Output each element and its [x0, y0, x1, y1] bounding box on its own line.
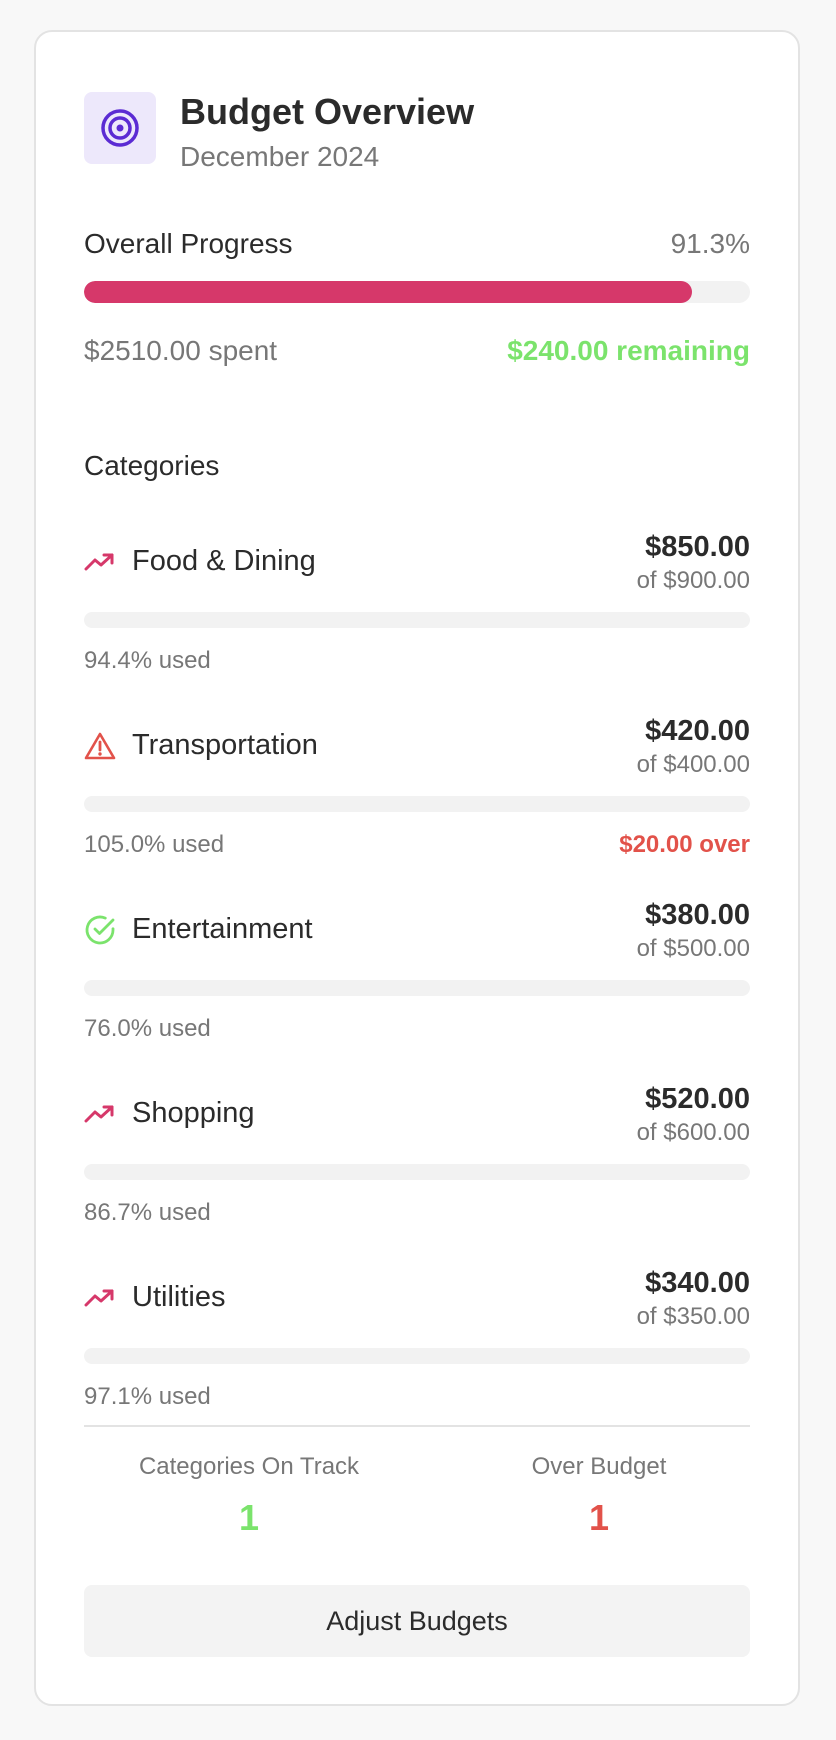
category-name: Utilities	[132, 1281, 226, 1313]
over-budget-label: Over Budget	[531, 1453, 667, 1480]
trending-up-icon	[84, 546, 116, 578]
category-amount: $380.00	[645, 899, 750, 931]
summary-stats: Categories On Track 1 Over Budget 1	[84, 1452, 750, 1552]
overall-progress-fill	[84, 281, 693, 303]
category-progress-bar	[84, 980, 750, 996]
category-amount: $340.00	[645, 1267, 750, 1299]
category-name: Transportation	[132, 729, 318, 761]
category-progress-bar	[84, 796, 750, 812]
page-subtitle: December 2024	[180, 141, 380, 172]
check-circle-icon	[84, 914, 116, 946]
page-title: Budget Overview	[180, 91, 475, 132]
category-used-percent: 94.4% used	[84, 647, 211, 674]
category-item[interactable]: Shopping $520.00 of $600.00 86.7% used	[84, 1083, 750, 1244]
category-item[interactable]: Utilities $340.00 of $350.00 97.1% used	[84, 1267, 750, 1428]
category-progress-bar	[84, 612, 750, 628]
category-name: Food & Dining	[132, 545, 316, 577]
over-budget-count: 1	[588, 1497, 610, 1538]
category-progress-bar	[84, 1348, 750, 1364]
budget-card: Budget Overview December 2024 Overall Pr…	[34, 30, 800, 1706]
trending-up-icon	[84, 1282, 116, 1314]
divider	[84, 1425, 750, 1427]
category-over-amount: $20.00 over	[619, 831, 750, 858]
category-budget: of $900.00	[636, 567, 750, 594]
category-used-percent: 86.7% used	[84, 1199, 211, 1226]
trending-up-icon	[84, 1098, 116, 1130]
category-budget: of $500.00	[636, 935, 750, 962]
categories-heading: Categories	[84, 450, 220, 481]
spent-amount: $2510.00 spent	[84, 335, 278, 366]
category-name: Entertainment	[132, 913, 313, 945]
overall-progress-label: Overall Progress	[84, 228, 293, 259]
category-used-percent: 105.0% used	[84, 831, 225, 858]
category-budget: of $600.00	[636, 1119, 750, 1146]
category-budget: of $400.00	[636, 751, 750, 778]
overall-progress-percent: 91.3%	[670, 228, 750, 259]
on-track-stat: Categories On Track 1	[84, 1452, 414, 1540]
on-track-count: 1	[238, 1497, 260, 1538]
category-amount: $850.00	[645, 531, 750, 563]
category-amount: $520.00	[645, 1083, 750, 1115]
overall-progress-section: Overall Progress 91.3% $2510.00 spent $2…	[84, 228, 750, 367]
category-item[interactable]: Entertainment $380.00 of $500.00 76.0% u…	[84, 899, 750, 1060]
category-budget: of $350.00	[636, 1303, 750, 1330]
category-name: Shopping	[132, 1097, 255, 1129]
category-item[interactable]: Transportation $420.00 of $400.00 105.0%…	[84, 715, 750, 876]
card-header: Budget Overview December 2024	[84, 92, 750, 182]
alert-triangle-icon	[84, 730, 116, 762]
overall-progress-bar	[84, 281, 750, 303]
category-amount: $420.00	[645, 715, 750, 747]
category-item[interactable]: Food & Dining $850.00 of $900.00 94.4% u…	[84, 531, 750, 692]
on-track-label: Categories On Track	[138, 1453, 360, 1480]
category-used-percent: 97.1% used	[84, 1383, 211, 1410]
remaining-amount: $240.00 remaining	[507, 335, 750, 366]
target-icon	[84, 92, 156, 164]
category-progress-bar	[84, 1164, 750, 1180]
over-budget-stat: Over Budget 1	[434, 1452, 764, 1540]
category-used-percent: 76.0% used	[84, 1015, 211, 1042]
adjust-budgets-button[interactable]: Adjust Budgets	[84, 1585, 750, 1657]
